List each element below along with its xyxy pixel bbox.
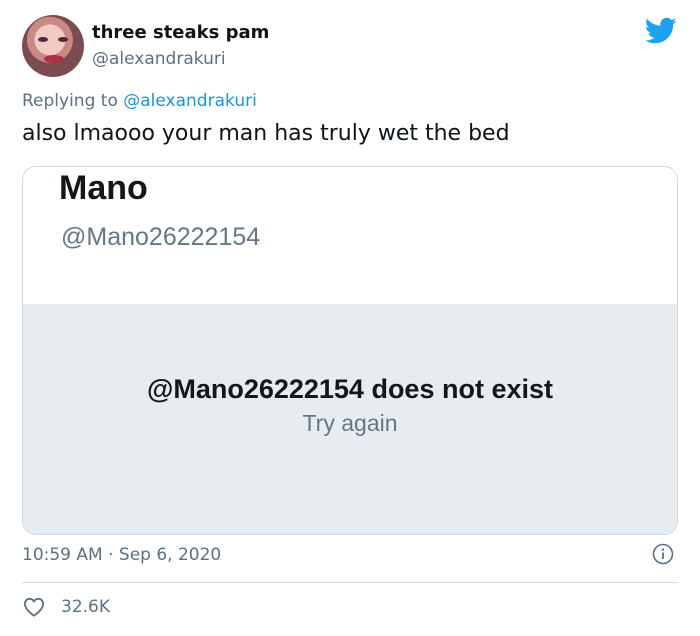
embedded-image-card[interactable]: Mano @Mano26222154 @Mano26222154 does no… xyxy=(22,166,678,535)
avatar[interactable] xyxy=(22,15,84,77)
author-handle[interactable]: @alexandrakuri xyxy=(92,49,226,69)
card-profile-header: Mano @Mano26222154 xyxy=(23,167,677,304)
author-name[interactable]: three steaks pam xyxy=(92,22,269,43)
tweet-timestamp[interactable]: 10:59 AM · Sep 6, 2020 xyxy=(22,545,221,565)
card-error-message: @Mano26222154 does not exist xyxy=(147,374,553,404)
replying-to: Replying to @alexandrakuri xyxy=(22,91,257,111)
avatar-mouth xyxy=(44,55,64,63)
like-count[interactable]: 32.6K xyxy=(61,597,110,617)
heart-icon[interactable] xyxy=(23,597,45,617)
card-retry-link: Try again xyxy=(302,410,398,436)
avatar-eye xyxy=(38,37,48,42)
replying-handle-link[interactable]: @alexandrakuri xyxy=(123,91,257,111)
info-icon[interactable] xyxy=(652,543,674,565)
avatar-eye xyxy=(58,37,68,42)
card-profile-name: Mano xyxy=(59,169,148,207)
card-profile-handle: @Mano26222154 xyxy=(61,223,261,251)
tweet-text: also lmaooo your man has truly wet the b… xyxy=(22,121,510,146)
replying-prefix: Replying to xyxy=(22,91,118,111)
card-error-panel: @Mano26222154 does not exist Try again xyxy=(23,304,677,534)
divider xyxy=(22,582,678,583)
twitter-bird-icon[interactable] xyxy=(645,17,677,45)
